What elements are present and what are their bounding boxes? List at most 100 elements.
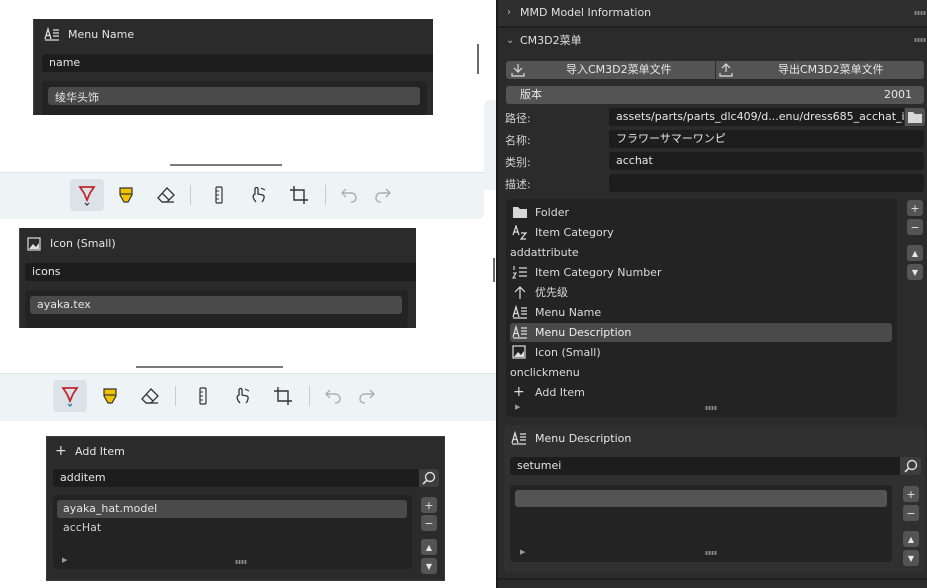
popup-title: Menu Name xyxy=(68,28,135,41)
filter-field[interactable]: icons xyxy=(25,263,416,281)
image-icon xyxy=(512,345,526,359)
crop-icon[interactable] xyxy=(270,383,296,409)
cm3d2-header[interactable]: ⌄ CM3D2菜单 xyxy=(498,28,927,54)
scrollbar[interactable] xyxy=(493,258,495,282)
button-label: 导入CM3D2菜单文件 xyxy=(566,63,672,76)
toolbar-separator xyxy=(175,386,176,406)
path-field[interactable]: assets/parts/parts_dlc409/d...enu/dress6… xyxy=(609,108,904,126)
list-item[interactable]: Menu Name xyxy=(510,303,892,322)
bottom-divider xyxy=(498,578,927,580)
remove-button[interactable]: − xyxy=(907,219,923,235)
upload-icon xyxy=(719,63,733,77)
list-item[interactable]: Folder xyxy=(510,203,892,222)
scrollbar[interactable] xyxy=(477,44,479,74)
touch-writing-icon[interactable] xyxy=(230,383,256,409)
mmd-header[interactable]: › MMD Model Information xyxy=(498,0,927,26)
move-down-button[interactable]: ▼ xyxy=(421,558,437,574)
redo-icon[interactable] xyxy=(370,182,396,208)
export-button[interactable]: 导出CM3D2菜单文件 xyxy=(716,61,924,79)
list-item-label: 绫华头饰 xyxy=(55,91,99,104)
subpanel-title: Menu Description xyxy=(535,432,632,445)
move-down-button[interactable]: ▼ xyxy=(903,550,919,566)
search-button[interactable] xyxy=(900,457,921,475)
add-button[interactable]: + xyxy=(903,486,919,502)
search-icon xyxy=(904,459,918,473)
highlighter-icon[interactable] xyxy=(113,182,139,208)
list-item[interactable]: Item Category Number xyxy=(510,263,892,282)
list-item-label: 优先级 xyxy=(535,286,568,299)
redo-icon[interactable] xyxy=(354,383,380,409)
filter-field[interactable]: setumei xyxy=(510,457,900,475)
list-item-label: Add Item xyxy=(535,386,585,399)
remove-button[interactable]: − xyxy=(903,505,919,521)
folder-icon xyxy=(908,112,922,123)
version-field[interactable]: 版本 2001 xyxy=(506,86,924,104)
chevron-down-icon: ⌄ xyxy=(506,35,515,46)
text-list-icon xyxy=(44,27,60,41)
image-icon xyxy=(27,237,41,251)
folder-icon xyxy=(513,207,527,218)
highlighter-icon[interactable] xyxy=(97,383,123,409)
folder-button[interactable] xyxy=(905,108,925,126)
list-item-label[interactable]: accHat xyxy=(63,521,101,534)
divider xyxy=(136,366,283,368)
chevron-right-icon: › xyxy=(507,7,511,18)
eraser-icon[interactable] xyxy=(137,383,163,409)
panel-grip[interactable] xyxy=(914,11,926,15)
resize-grip[interactable] xyxy=(705,551,717,555)
version-label: 版本 xyxy=(520,88,542,101)
popup-title: Add Item xyxy=(75,445,125,458)
list-item-label: ayaka_hat.model xyxy=(63,502,158,515)
resize-grip[interactable] xyxy=(235,560,247,564)
list-item[interactable]: + Add Item xyxy=(510,383,892,402)
expand-arrow-icon[interactable]: ▶ xyxy=(62,556,67,564)
remove-button[interactable]: − xyxy=(421,515,437,531)
list-item-label: Folder xyxy=(535,206,569,219)
list-item-label: Icon (Small) xyxy=(535,346,601,359)
add-button[interactable]: + xyxy=(421,497,437,513)
ruler-icon[interactable] xyxy=(190,383,216,409)
description-field[interactable] xyxy=(609,174,924,192)
add-button[interactable]: + xyxy=(907,200,923,216)
filter-field[interactable]: name xyxy=(42,54,433,72)
filter-field[interactable]: additem xyxy=(53,469,419,487)
list-item-selected[interactable] xyxy=(48,87,420,105)
name-label: 名称: xyxy=(505,134,531,147)
move-up-button[interactable]: ▲ xyxy=(907,245,923,261)
pen-icon[interactable] xyxy=(70,179,104,211)
button-label: 导出CM3D2菜单文件 xyxy=(778,63,884,76)
crop-icon[interactable] xyxy=(286,182,312,208)
undo-icon[interactable] xyxy=(336,182,362,208)
name-field[interactable]: フラワーサマーワンピ xyxy=(609,130,924,148)
expand-arrow-icon[interactable]: ▶ xyxy=(520,548,525,556)
move-up-button[interactable]: ▲ xyxy=(421,539,437,555)
move-up-button[interactable]: ▲ xyxy=(903,531,919,547)
ruler-icon[interactable] xyxy=(206,182,232,208)
resize-grip[interactable] xyxy=(705,406,717,410)
list-item[interactable]: Item Category xyxy=(510,223,892,242)
list-item[interactable]: addattribute xyxy=(510,243,892,262)
pen-icon[interactable] xyxy=(53,380,87,412)
list-item[interactable]: onclickmenu xyxy=(510,363,892,382)
header-label: MMD Model Information xyxy=(520,6,652,19)
list-item-selected[interactable] xyxy=(515,490,887,507)
text-list-icon xyxy=(512,325,527,339)
category-field[interactable]: acchat xyxy=(609,152,924,170)
move-down-button[interactable]: ▼ xyxy=(907,264,923,280)
list-item-selected[interactable]: Menu Description xyxy=(510,323,892,342)
list-item[interactable]: 优先级 xyxy=(510,283,892,302)
version-value: 2001 xyxy=(884,88,912,101)
panel-grip[interactable] xyxy=(914,38,926,42)
expand-arrow-icon[interactable]: ▶ xyxy=(515,403,520,411)
list-item[interactable]: Icon (Small) xyxy=(510,343,892,362)
download-icon xyxy=(511,64,525,77)
list-item-label: Menu Name xyxy=(535,306,602,319)
category-label: 类别: xyxy=(505,156,531,169)
search-button[interactable] xyxy=(419,469,439,487)
header-label: CM3D2菜单 xyxy=(520,34,582,47)
import-button[interactable]: 导入CM3D2菜单文件 xyxy=(506,61,715,79)
path-label: 路径: xyxy=(505,112,531,125)
undo-icon[interactable] xyxy=(320,383,346,409)
touch-writing-icon[interactable] xyxy=(246,182,272,208)
eraser-icon[interactable] xyxy=(153,182,179,208)
